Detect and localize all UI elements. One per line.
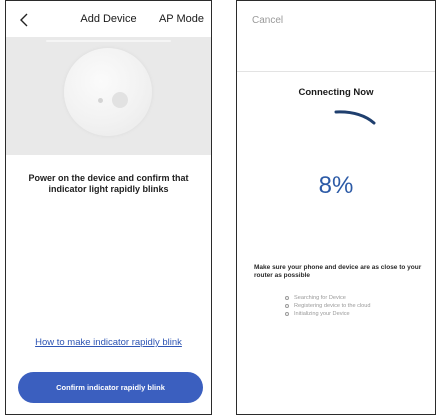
step-label: Registering device to the cloud (294, 303, 371, 309)
step-label: Initializing your Device (294, 311, 350, 317)
status-title: Connecting Now (298, 87, 374, 98)
device-illustration-area (6, 37, 211, 155)
device-indicator-illustration (64, 48, 152, 136)
loading-arc-icon (334, 110, 376, 125)
device-button-ring (112, 92, 128, 108)
cancel-button[interactable]: Cancel (252, 15, 283, 26)
nav-bar: Add Device AP Mode (6, 1, 211, 37)
step-label: Searching for Device (294, 295, 346, 301)
illustration-top-line (46, 40, 171, 42)
connection-steps: Searching for Device Registering device … (285, 294, 371, 318)
indicator-help-link[interactable]: How to make indicator rapidly blink (6, 337, 211, 348)
proximity-tip: Make sure your phone and device are as c… (254, 264, 422, 279)
step-circle-icon (285, 296, 289, 300)
step-circle-icon (285, 312, 289, 316)
step-item: Registering device to the cloud (285, 302, 371, 310)
step-item: Searching for Device (285, 294, 371, 302)
add-device-screen: Add Device AP Mode Power on the device a… (5, 0, 212, 415)
instruction-text: Power on the device and confirm that ind… (28, 173, 189, 194)
ap-mode-button[interactable]: AP Mode (159, 13, 204, 25)
connecting-screen: Cancel Connecting Now 8% Make sure your … (236, 0, 436, 415)
header-divider (237, 71, 435, 72)
step-item: Initializing your Device (285, 310, 371, 318)
indicator-light-dot (98, 98, 103, 103)
confirm-blink-button[interactable]: Confirm indicator rapidly blink (18, 372, 203, 403)
step-circle-icon (285, 304, 289, 308)
progress-percent: 8% (318, 172, 354, 199)
